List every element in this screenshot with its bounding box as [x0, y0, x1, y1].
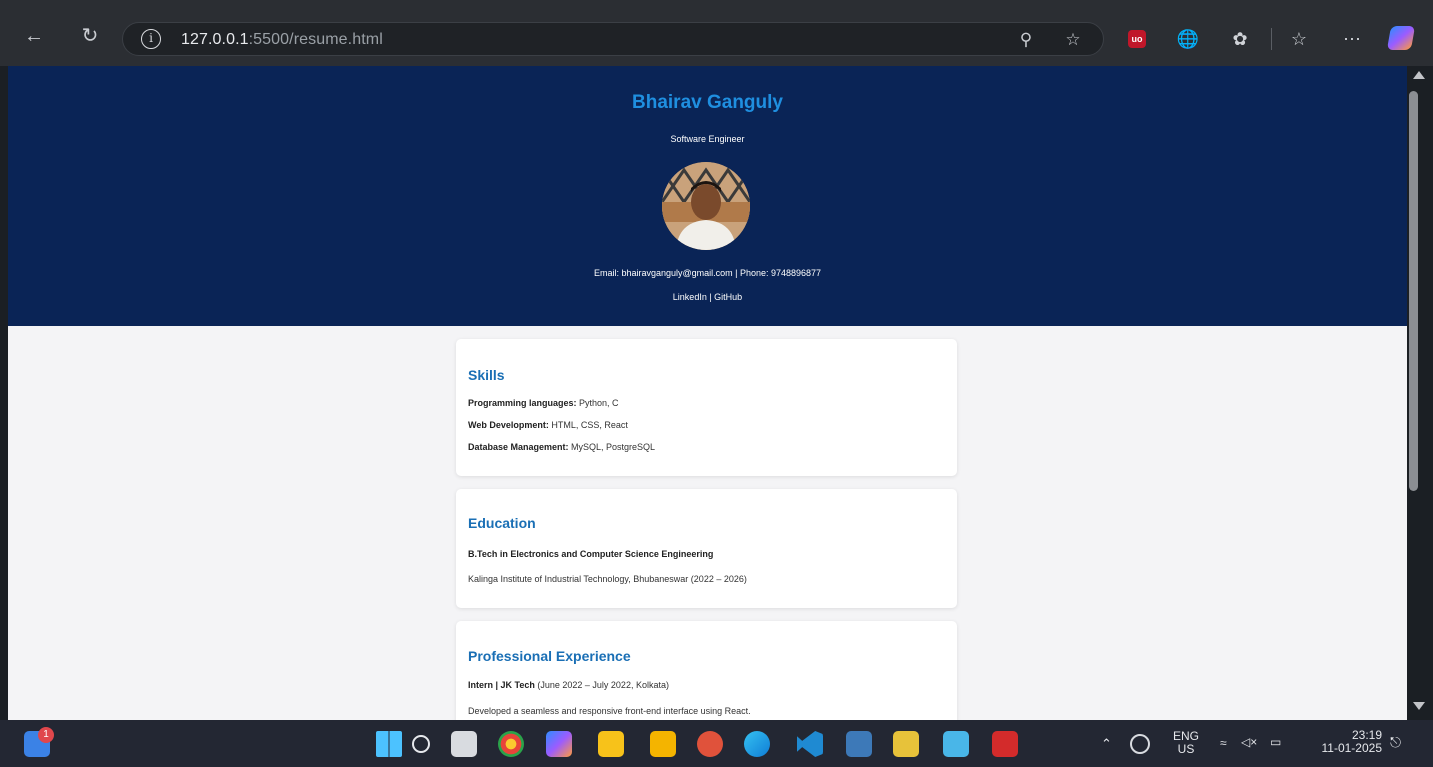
sticky-notes-icon[interactable]	[598, 731, 624, 757]
back-icon[interactable]: ←	[20, 22, 48, 50]
skill-item: Programming languages: Python, C	[468, 398, 619, 408]
resume-name: Bhairav Ganguly	[632, 92, 783, 113]
toolbar-divider	[1271, 28, 1272, 50]
experience-card: Professional Experience Intern | JK Tech…	[456, 621, 957, 720]
mysql-workbench-icon[interactable]	[846, 731, 872, 757]
clock[interactable]: 23:19 11-01-2025	[1306, 729, 1383, 755]
tray-overflow-chevron-icon[interactable]: ⌃	[1101, 737, 1112, 750]
chrome-icon[interactable]	[498, 731, 524, 757]
language-indicator[interactable]: ENG US	[1170, 730, 1202, 756]
windows-taskbar: 1 ⌃ ENG US ≈ ◁× ▭ 23:19 11-01-2025 ⎋	[0, 720, 1433, 767]
profile-photo	[662, 162, 750, 250]
education-card: Education B.Tech in Electronics and Comp…	[456, 489, 957, 608]
clock-date: 11-01-2025	[1321, 741, 1383, 755]
extensions-icon[interactable]: ✿	[1228, 27, 1252, 51]
browser-toolbar: ← ↻ i 127.0.0.1:5500/resume.html ⚲ ☆ uo …	[0, 0, 1433, 66]
globe-extension-icon[interactable]: 🌐	[1176, 27, 1200, 51]
scrollbar-thumb[interactable]	[1409, 91, 1418, 491]
copilot-taskbar-icon[interactable]	[546, 731, 572, 757]
profile-links[interactable]: LinkedIn | GitHub	[8, 292, 1407, 302]
page-viewport: Bhairav Ganguly Software Engineer Email:…	[8, 66, 1407, 720]
favorites-icon[interactable]: ☆	[1287, 27, 1311, 51]
vertical-scrollbar[interactable]	[1407, 66, 1433, 720]
acrobat-icon[interactable]	[992, 731, 1018, 757]
zoom-out-icon[interactable]: ⚲	[1016, 30, 1036, 50]
search-icon[interactable]	[412, 735, 430, 753]
wifi-icon[interactable]: ≈	[1220, 737, 1227, 750]
skill-label: Programming languages:	[468, 398, 577, 408]
url-host: 127.0.0.1	[181, 31, 249, 48]
file-explorer-icon[interactable]	[650, 731, 676, 757]
skill-value: MySQL, PostgreSQL	[568, 442, 656, 452]
favorite-star-icon[interactable]: ☆	[1063, 30, 1083, 50]
skills-card: Skills Programming languages: Python, C …	[456, 339, 957, 476]
notification-badge: 1	[38, 727, 54, 743]
education-institution: Kalinga Institute of Industrial Technolo…	[468, 574, 747, 584]
pdf-reader-icon[interactable]	[893, 731, 919, 757]
skill-value: Python, C	[576, 398, 619, 408]
education-degree: B.Tech in Electronics and Computer Scien…	[468, 549, 713, 559]
address-bar[interactable]: i 127.0.0.1:5500/resume.html ⚲ ☆	[122, 22, 1104, 56]
scroll-up-arrow-icon[interactable]	[1413, 71, 1425, 79]
notification-bell-icon[interactable]: ⎋	[1390, 735, 1401, 749]
skill-label: Database Management:	[468, 442, 569, 452]
scroll-down-arrow-icon[interactable]	[1413, 702, 1425, 710]
resume-title: Software Engineer	[670, 134, 745, 144]
task-view-icon[interactable]	[451, 731, 477, 757]
windows-start-icon[interactable]	[376, 731, 402, 757]
lang-secondary: US	[1177, 742, 1195, 756]
skill-label: Web Development:	[468, 420, 549, 430]
experience-role: Intern | JK Tech (June 2022 – July 2022,…	[468, 680, 669, 690]
experience-heading: Professional Experience	[468, 648, 631, 664]
more-menu-icon[interactable]: ⋯	[1340, 27, 1364, 51]
url-text[interactable]: 127.0.0.1:5500/resume.html	[181, 31, 383, 49]
volume-muted-icon[interactable]: ◁×	[1241, 736, 1257, 749]
wps-office-icon[interactable]	[697, 731, 723, 757]
skills-heading: Skills	[468, 367, 505, 383]
edge-icon[interactable]	[744, 731, 770, 757]
degree-text: B.Tech in Electronics and Computer Scien…	[468, 549, 714, 559]
sync-icon[interactable]	[1130, 734, 1150, 754]
resume-header: Bhairav Ganguly Software Engineer Email:…	[8, 66, 1407, 326]
vscode-icon[interactable]	[797, 731, 823, 757]
skill-item: Database Management: MySQL, PostgreSQL	[468, 442, 655, 452]
role-detail: (June 2022 – July 2022, Kolkata)	[534, 680, 669, 690]
notepad-icon[interactable]	[943, 731, 969, 757]
battery-icon[interactable]: ▭	[1270, 736, 1281, 749]
site-info-icon[interactable]: i	[141, 29, 161, 49]
skill-item: Web Development: HTML, CSS, React	[468, 420, 628, 430]
contact-info: Email: bhairavganguly@gmail.com | Phone:…	[593, 268, 822, 278]
ublock-extension-icon[interactable]: uo	[1128, 30, 1146, 48]
copilot-icon[interactable]	[1386, 26, 1416, 50]
experience-description: Developed a seamless and responsive fron…	[468, 706, 751, 716]
url-path: :5500/resume.html	[248, 31, 383, 48]
education-heading: Education	[468, 515, 536, 531]
refresh-icon[interactable]: ↻	[76, 22, 104, 50]
skill-value: HTML, CSS, React	[548, 420, 628, 430]
role-title: Intern | JK Tech	[468, 680, 535, 690]
